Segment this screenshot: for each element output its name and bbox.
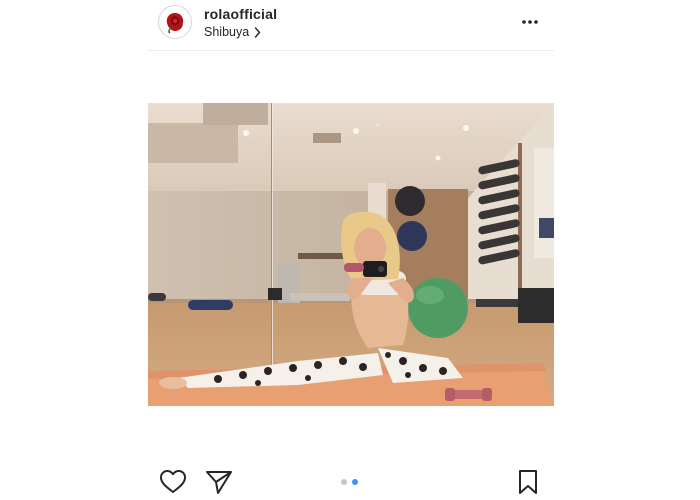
share-button[interactable] bbox=[205, 469, 233, 500]
paper-plane-icon bbox=[206, 471, 232, 494]
more-horizontal-icon bbox=[522, 20, 538, 24]
bookmark-icon bbox=[519, 470, 537, 494]
location-link[interactable]: Shibuya bbox=[204, 25, 261, 39]
post-header: rolaofficial Shibuya bbox=[0, 0, 700, 52]
chevron-right-icon bbox=[254, 26, 261, 38]
carousel-indicator bbox=[341, 479, 358, 485]
header-divider bbox=[147, 50, 554, 51]
more-options-button[interactable] bbox=[518, 12, 542, 32]
like-button[interactable] bbox=[159, 469, 187, 499]
username[interactable]: rolaofficial bbox=[204, 6, 277, 22]
save-button[interactable] bbox=[518, 469, 538, 500]
avatar[interactable] bbox=[158, 5, 192, 39]
heart-icon bbox=[160, 470, 186, 493]
post-image[interactable] bbox=[148, 103, 554, 406]
location-label: Shibuya bbox=[204, 25, 250, 39]
carousel-dot bbox=[341, 479, 347, 485]
carousel-dot bbox=[352, 479, 358, 485]
rose-icon bbox=[163, 10, 187, 34]
